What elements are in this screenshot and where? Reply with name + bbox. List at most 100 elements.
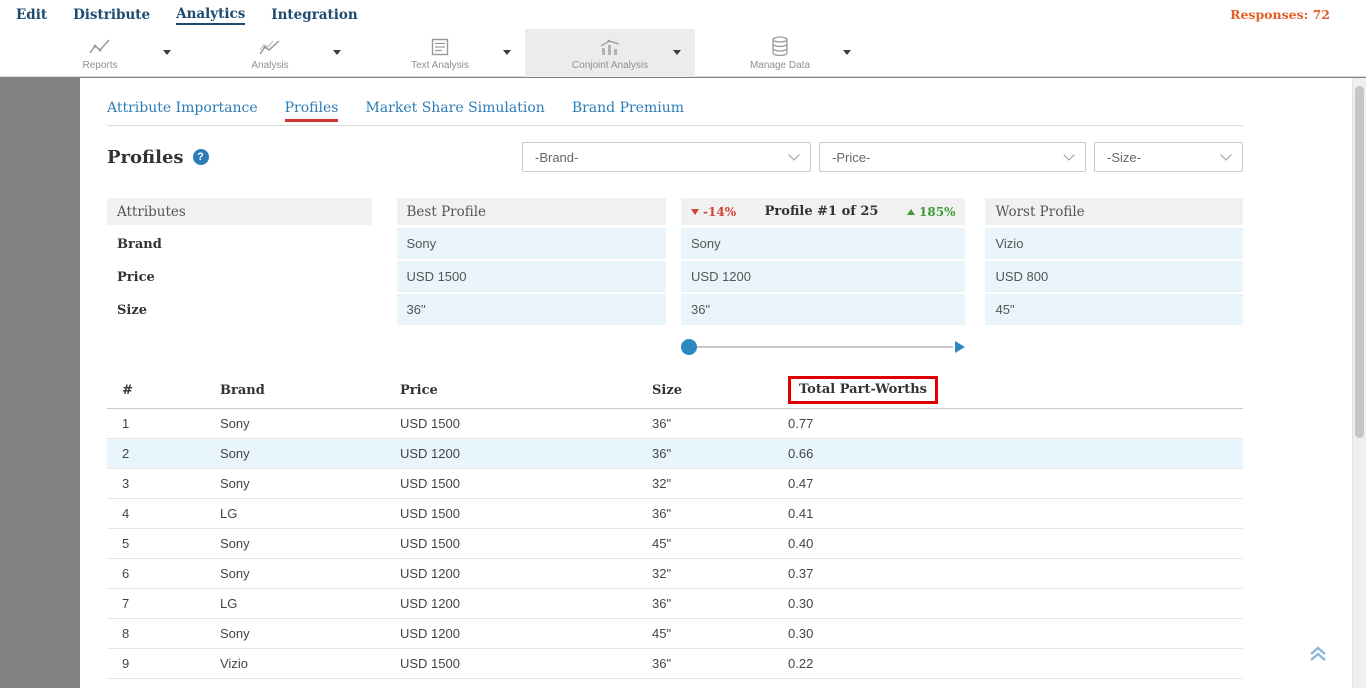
menu-item-integration[interactable]: Integration [271, 5, 357, 24]
table-cell: LG [220, 589, 400, 619]
table-cell: 0.77 [788, 409, 1243, 439]
table-cell: 7 [107, 589, 220, 619]
chevron-down-icon[interactable] [333, 50, 341, 55]
responses-count[interactable]: Responses: 72 [1230, 7, 1330, 22]
vertical-scrollbar[interactable] [1352, 78, 1366, 688]
toolbar-item-label: Conjoint Analysis [572, 60, 648, 71]
profile-filters: -Brand- -Price- -Size- [522, 142, 1243, 172]
brand-filter-value: -Brand- [535, 150, 578, 165]
scroll-to-top-button[interactable] [1308, 645, 1328, 668]
chevron-down-icon[interactable] [673, 50, 681, 55]
table-row[interactable]: 2SonyUSD 120036"0.66 [107, 439, 1243, 469]
table-row[interactable]: 6SonyUSD 120032"0.37 [107, 559, 1243, 589]
menu-item-analytics[interactable]: Analytics [176, 4, 245, 25]
increase-badge: 185% [907, 205, 955, 219]
best-profile-header: Best Profile [397, 198, 667, 225]
column-header-total-part-worths[interactable]: Total Part-Worths [788, 374, 1243, 409]
chevron-down-icon [788, 149, 799, 160]
table-header-row: # Brand Price Size Total Part-Worths [107, 374, 1243, 409]
table-cell: 36" [652, 499, 788, 529]
current-profile-column: -14% Profile #1 of 25 185% Sony USD 1200… [681, 198, 965, 356]
toolbar-item-label: Reports [82, 60, 117, 71]
menu-item-distribute[interactable]: Distribute [73, 5, 150, 24]
conjoint-tabs: Attribute Importance Profiles Market Sha… [107, 78, 1243, 126]
table-cell: 10 [107, 679, 220, 688]
table-cell: Sony [220, 559, 400, 589]
price-filter-select[interactable]: -Price- [819, 142, 1086, 172]
chevron-down-icon[interactable] [843, 50, 851, 55]
table-cell: USD 1500 [400, 469, 652, 499]
column-header-number[interactable]: # [107, 374, 220, 409]
menu-item-edit[interactable]: Edit [16, 5, 47, 24]
attribute-label-size: Size [107, 294, 372, 327]
table-cell: 6 [107, 559, 220, 589]
database-icon [771, 36, 789, 56]
table-cell: USD 1200 [400, 559, 652, 589]
table-cell: Sony [220, 529, 400, 559]
column-header-brand[interactable]: Brand [220, 374, 400, 409]
current-profile-size: 36" [681, 294, 965, 325]
size-filter-select[interactable]: -Size- [1094, 142, 1243, 172]
table-row[interactable]: 10SonyUSD 80036"0.14 [107, 679, 1243, 688]
table-cell: USD 1200 [400, 589, 652, 619]
help-icon[interactable]: ? [193, 149, 209, 165]
page-background: Attribute Importance Profiles Market Sha… [0, 78, 1366, 688]
scrollbar-thumb[interactable] [1355, 86, 1364, 438]
table-row[interactable]: 3SonyUSD 150032"0.47 [107, 469, 1243, 499]
table-cell: LG [220, 499, 400, 529]
column-header-size[interactable]: Size [652, 374, 788, 409]
table-row[interactable]: 4LGUSD 150036"0.41 [107, 499, 1243, 529]
current-profile-brand: Sony [681, 228, 965, 259]
attribute-label-brand: Brand [107, 228, 372, 261]
table-cell: 0.40 [788, 529, 1243, 559]
table-cell: 36" [652, 679, 788, 688]
tab-profiles[interactable]: Profiles [285, 100, 339, 125]
toolbar-item-reports[interactable]: Reports [15, 29, 185, 77]
table-cell: 0.66 [788, 439, 1243, 469]
profiles-table: # Brand Price Size Total Part-Worths 1So… [107, 374, 1243, 688]
toolbar-item-label: Analysis [251, 60, 288, 71]
table-cell: 0.37 [788, 559, 1243, 589]
tab-market-share-simulation[interactable]: Market Share Simulation [365, 100, 544, 125]
table-cell: 36" [652, 409, 788, 439]
table-cell: 0.47 [788, 469, 1243, 499]
chevron-down-icon[interactable] [503, 50, 511, 55]
attributes-header: Attributes [107, 198, 372, 225]
main-menu: Edit Distribute Analytics Integration [16, 4, 358, 25]
decrease-badge: -14% [691, 205, 736, 219]
best-profile-size: 36" [397, 294, 667, 325]
table-row[interactable]: 7LGUSD 120036"0.30 [107, 589, 1243, 619]
table-cell: 36" [652, 589, 788, 619]
triangle-down-icon [691, 209, 699, 215]
trend-chart-icon [259, 36, 281, 56]
chevron-down-icon[interactable] [163, 50, 171, 55]
table-cell: Sony [220, 409, 400, 439]
table-row[interactable]: 8SonyUSD 120045"0.30 [107, 619, 1243, 649]
text-report-icon [431, 36, 449, 56]
tab-brand-premium[interactable]: Brand Premium [572, 100, 684, 125]
table-row[interactable]: 5SonyUSD 150045"0.40 [107, 529, 1243, 559]
table-cell: Sony [220, 439, 400, 469]
results-table-body: 1SonyUSD 150036"0.772SonyUSD 120036"0.66… [107, 409, 1243, 688]
table-row[interactable]: 1SonyUSD 150036"0.77 [107, 409, 1243, 439]
slider-next-arrow[interactable] [955, 341, 965, 353]
current-profile-header: -14% Profile #1 of 25 185% [681, 198, 965, 225]
slider-track [687, 346, 953, 348]
table-cell: 4 [107, 499, 220, 529]
content-card: Attribute Importance Profiles Market Sha… [80, 78, 1352, 688]
toolbar-item-label: Manage Data [750, 60, 810, 71]
slider-handle[interactable] [681, 339, 697, 355]
profile-slider[interactable] [681, 338, 965, 356]
page-title: Profiles [107, 147, 184, 168]
toolbar-item-analysis[interactable]: Analysis [185, 29, 355, 77]
table-row[interactable]: 9VizioUSD 150036"0.22 [107, 649, 1243, 679]
worst-profile-size: 45" [985, 294, 1243, 325]
brand-filter-select[interactable]: -Brand- [522, 142, 811, 172]
table-cell: 0.22 [788, 649, 1243, 679]
column-header-price[interactable]: Price [400, 374, 652, 409]
toolbar-item-manage-data[interactable]: Manage Data [695, 29, 865, 77]
toolbar-item-text-analysis[interactable]: Text Analysis [355, 29, 525, 77]
toolbar-item-conjoint-analysis[interactable]: Conjoint Analysis [525, 29, 695, 77]
tab-attribute-importance[interactable]: Attribute Importance [107, 100, 258, 125]
table-cell: 9 [107, 649, 220, 679]
